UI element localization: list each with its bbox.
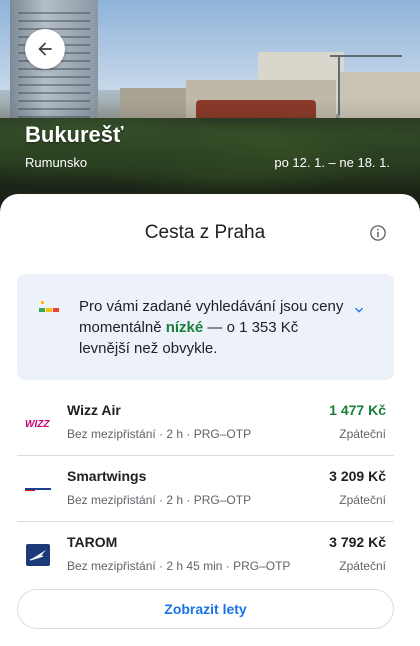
chevron-down-icon[interactable] bbox=[351, 302, 367, 318]
flight-duration: 2 h bbox=[166, 493, 184, 507]
arrow-back-icon bbox=[38, 42, 52, 56]
trip-dates: po 12. 1. – ne 18. 1. bbox=[274, 155, 390, 170]
flight-price: 1 477 Kč bbox=[329, 402, 386, 418]
hero-image: Bukurešť Rumunsko po 12. 1. – ne 18. 1. bbox=[0, 0, 420, 218]
info-icon[interactable] bbox=[369, 224, 387, 242]
price-level-icon bbox=[39, 301, 59, 312]
tarom-logo-icon bbox=[26, 544, 50, 566]
svg-text:WIZZ: WIZZ bbox=[25, 419, 50, 430]
flight-duration: 2 h bbox=[166, 427, 184, 441]
price-insight-text: Pro vámi zadané vyhledávání jsou ceny mo… bbox=[79, 296, 349, 359]
flights-card: Cesta z Praha Pro vámi zadané vyhledáván… bbox=[0, 194, 420, 646]
wizzair-logo-icon: WIZZ bbox=[25, 419, 50, 430]
destination-country: Rumunsko bbox=[25, 155, 88, 170]
airline-name: Smartwings bbox=[67, 468, 147, 484]
flight-details: Bez mezipřistání · 2 h · PRG–OTP bbox=[67, 493, 252, 507]
smartwings-logo-icon bbox=[25, 488, 51, 491]
hero-crane bbox=[330, 55, 402, 57]
price-insight-notice[interactable]: Pro vámi zadané vyhledávání jsou ceny mo… bbox=[17, 274, 394, 380]
card-title: Cesta z Praha bbox=[144, 222, 266, 243]
back-button[interactable] bbox=[25, 29, 65, 69]
trip-type: Zpáteční bbox=[339, 427, 386, 441]
airline-name: TAROM bbox=[67, 534, 118, 550]
show-flights-button[interactable]: Zobrazit lety bbox=[17, 589, 394, 629]
trip-type: Zpáteční bbox=[339, 493, 386, 507]
flight-stops: Bez mezipřistání bbox=[67, 493, 156, 507]
flight-route: PRG–OTP bbox=[193, 493, 252, 507]
flight-route: PRG–OTP bbox=[233, 559, 291, 573]
flight-details: Bez mezipřistání · 2 h 45 min · PRG–OTP bbox=[67, 559, 291, 573]
flight-row-wizz-air[interactable]: WIZZ Wizz Air Bez mezipřistání · 2 h · P… bbox=[17, 390, 394, 456]
flight-stops: Bez mezipřistání bbox=[67, 427, 156, 441]
airline-name: Wizz Air bbox=[67, 402, 121, 418]
flight-duration: 2 h 45 min bbox=[166, 559, 223, 573]
price-level-low: nízké bbox=[165, 319, 204, 336]
flight-route: PRG–OTP bbox=[193, 427, 252, 441]
flight-price: 3 792 Kč bbox=[329, 534, 386, 550]
flight-row-smartwings[interactable]: Smartwings Bez mezipřistání · 2 h · PRG–… bbox=[17, 456, 394, 522]
destination-city: Bukurešť bbox=[25, 122, 124, 147]
flight-details: Bez mezipřistání · 2 h · PRG–OTP bbox=[67, 427, 252, 441]
flight-row-tarom[interactable]: TAROM Bez mezipřistání · 2 h 45 min · PR… bbox=[17, 522, 394, 588]
trip-type: Zpáteční bbox=[339, 559, 386, 573]
flight-stops: Bez mezipřistání bbox=[67, 559, 156, 573]
flight-price: 3 209 Kč bbox=[329, 468, 386, 484]
